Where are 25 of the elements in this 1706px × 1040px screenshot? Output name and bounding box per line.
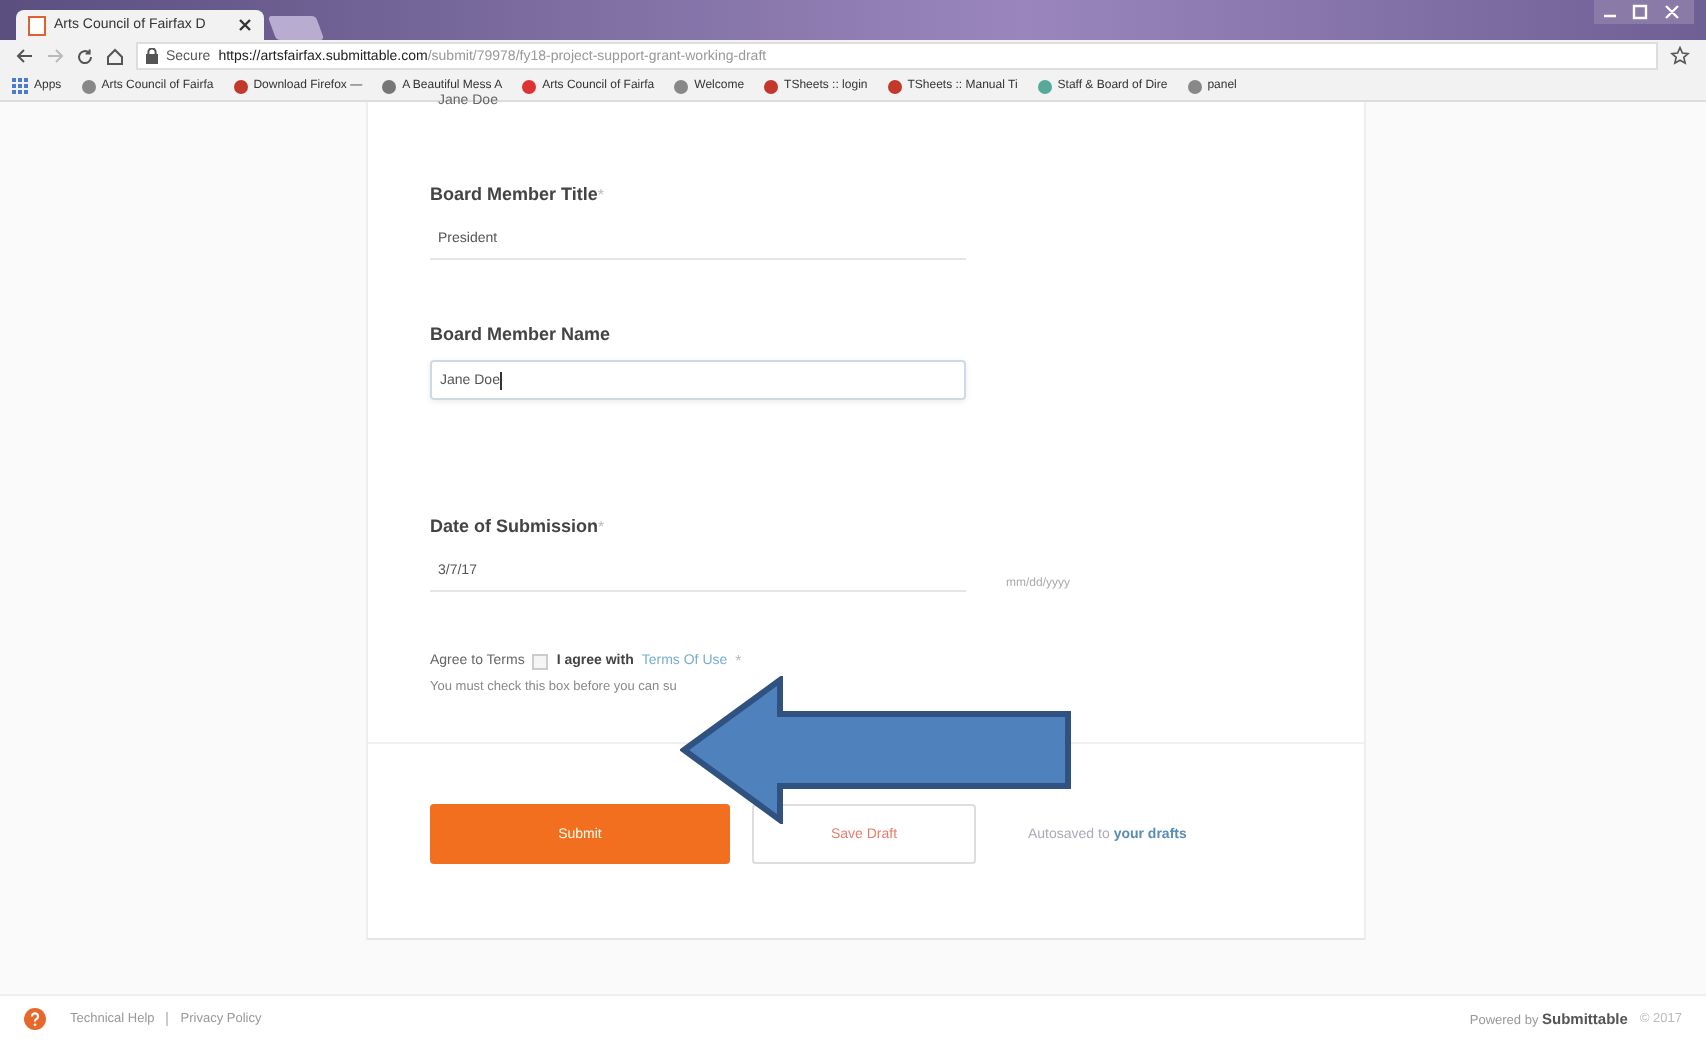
apps-grid-icon <box>12 78 28 94</box>
favicon-icon <box>1037 79 1052 93</box>
page-icon <box>28 15 46 35</box>
help-icon[interactable] <box>24 1007 46 1029</box>
back-icon[interactable] <box>16 48 34 64</box>
field-label: Board Member Name <box>430 324 613 344</box>
terms-checkbox[interactable] <box>532 653 549 669</box>
home-icon[interactable] <box>106 47 124 65</box>
close-icon[interactable] <box>238 18 252 32</box>
favicon-icon <box>1187 79 1202 93</box>
new-tab-button[interactable] <box>267 16 325 40</box>
field-label: Board Member Title* <box>430 184 606 204</box>
favicon-icon <box>233 79 248 93</box>
favicon-icon <box>522 79 537 93</box>
window-controls-icon[interactable] <box>1594 0 1694 24</box>
reload-icon[interactable] <box>76 47 94 65</box>
lock-icon <box>146 48 158 64</box>
favicon-icon <box>81 79 96 93</box>
favicon-icon <box>674 79 689 93</box>
field-label: Date of Submission* <box>430 516 607 536</box>
favicon-icon <box>887 79 902 93</box>
required-mark: * <box>735 652 742 670</box>
favicon-icon <box>382 79 397 93</box>
bookmark-star-icon[interactable] <box>1670 46 1690 66</box>
favicon-icon <box>764 79 779 93</box>
